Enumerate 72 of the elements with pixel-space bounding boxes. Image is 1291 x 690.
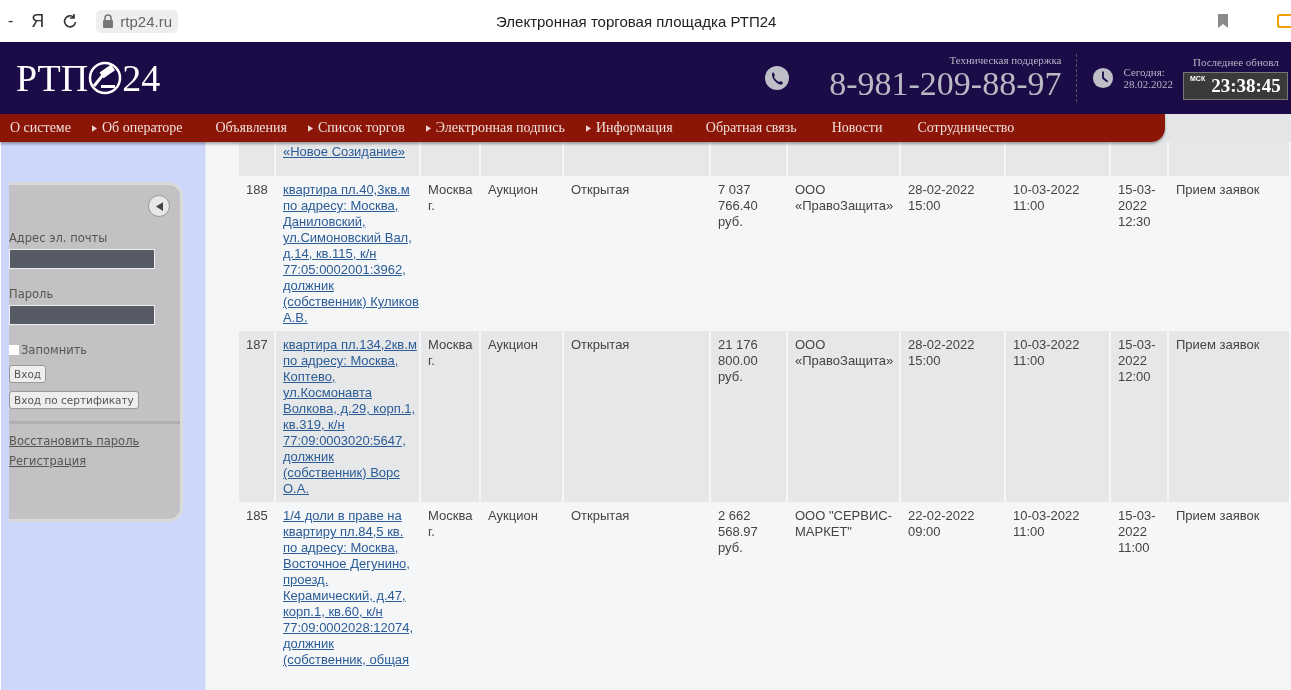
- nav-item[interactable]: Обратная связь: [695, 114, 808, 142]
- login-button[interactable]: Вход: [9, 365, 47, 383]
- lot-link[interactable]: 1/4 доли в праве на квартиру пл.84,5 кв. по адресу: Москва, Восточное Дегунино, проезд. Керамический, д.47, корп.1, кв.60, к/н 77:09:0002028:12074, должник (собственник, общая: [283, 508, 419, 668]
- reload-icon[interactable]: [62, 13, 79, 29]
- address-bar[interactable]: rtp24.ru: [96, 9, 179, 33]
- browser-logo[interactable]: Я: [31, 10, 45, 32]
- nav-item[interactable]: Сотрудничество: [907, 114, 1026, 142]
- table-cell: 187: [246, 337, 268, 352]
- today-label: Сегодня:: [1123, 66, 1166, 78]
- logo-text: РТП: [16, 56, 89, 100]
- clock-icon: [1091, 67, 1114, 89]
- table-cell: 15-03-2022 12:30: [1118, 182, 1156, 229]
- table-cell: ООО «ПравоЗащита»: [795, 182, 894, 213]
- table-cell: ООО "СЕРВИС-МАРКЕТ": [795, 508, 893, 539]
- bookmark-icon[interactable]: [1217, 13, 1229, 29]
- phone-icon: [765, 66, 790, 90]
- table-cell: 10-03-2022 11:00: [1013, 508, 1080, 539]
- table-cell: Открытая: [571, 508, 630, 523]
- email-field[interactable]: [9, 249, 155, 269]
- logo-number: 24: [122, 56, 161, 100]
- table-cell: 10-03-2022 11:00: [1013, 337, 1080, 368]
- back-dash[interactable]: -: [8, 12, 14, 30]
- table-cell: Аукцион: [488, 508, 538, 523]
- table-cell: Москва г.: [428, 508, 473, 539]
- remember-checkbox[interactable]: [9, 345, 19, 355]
- table-cell: Открытая: [571, 337, 630, 352]
- table-cell: ООО «ПравоЗащита»: [795, 337, 894, 368]
- table-cell: Аукцион: [488, 337, 538, 352]
- table-cell: 2 662 568.97 руб.: [718, 508, 758, 555]
- nav-item[interactable]: Информация: [575, 114, 684, 142]
- today-date: 28.02.2022: [1123, 78, 1173, 90]
- nav-item[interactable]: О системе: [0, 114, 82, 142]
- nav-item[interactable]: Электронная подпись: [415, 114, 576, 142]
- table-cell: 7 037 766.40 руб.: [718, 182, 758, 229]
- email-label: Адрес эл. почты: [9, 231, 109, 245]
- table-cell: Прием заявок: [1176, 182, 1260, 197]
- nav-item[interactable]: Новости: [821, 114, 894, 142]
- nav-item[interactable]: Об операторе: [81, 114, 194, 142]
- lot-link[interactable]: квартира пл.134,2кв.м по адресу: Москва, Коптево, ул.Космонавта Волкова, д.29, корп.1, кв.319, к/н 77:09:0003020:5647, должник (собственник) Ворс О.А.: [283, 337, 417, 497]
- collapse-button[interactable]: [148, 195, 170, 217]
- table-cell: Аукцион: [488, 182, 538, 197]
- remember-label: Запомнить: [21, 343, 88, 357]
- certificate-login-button[interactable]: Вход по сертификату: [9, 391, 139, 409]
- password-label: Пароль: [9, 287, 55, 301]
- restore-password-link[interactable]: Восстановить пароль: [9, 434, 180, 448]
- nav-item[interactable]: Список торгов: [298, 114, 416, 142]
- table-cell: Открытая: [571, 182, 630, 197]
- page-title: Электронная торговая площадка РТП24: [496, 12, 778, 30]
- phone-number: 8-981-209-88-97: [829, 66, 1062, 102]
- register-link[interactable]: Регистрация: [9, 454, 180, 468]
- table-cell: 28-02-2022 15:00: [908, 182, 975, 213]
- table-cell: 10-03-2022 11:00: [1013, 182, 1080, 213]
- table-cell: 185: [246, 508, 268, 523]
- collapse-arrow-icon: [155, 201, 163, 211]
- table-cell: 21 176 800.00 руб.: [718, 337, 758, 384]
- password-field[interactable]: [9, 305, 155, 325]
- nav-item[interactable]: Объявления: [205, 114, 298, 142]
- gavel-icon: [88, 61, 123, 95]
- table-cell: 22-02-2022 09:00: [908, 508, 975, 539]
- table-cell: Прием заявок: [1176, 508, 1260, 523]
- table-cell: Москва г.: [428, 337, 473, 368]
- table-cell: 28-02-2022 15:00: [908, 337, 975, 368]
- lot-link[interactable]: «Новое Созидание»: [283, 144, 417, 160]
- table-cell: 15-03-2022 12:00: [1118, 337, 1156, 384]
- table-cell: 188: [246, 182, 268, 197]
- table-cell: Москва г.: [428, 182, 473, 213]
- table-cell: 15-03-2022 11:00: [1118, 508, 1156, 555]
- lock-icon: [102, 14, 115, 28]
- support-label: Техническая поддержка: [949, 54, 1062, 66]
- lot-link[interactable]: квартира пл.40,3кв.м по адресу: Москва, Даниловский, ул.Симоновский Вал, д.14, кв.115, к/н 77:05:0002001:3962, должник (собственник) Куликов А.В.: [283, 182, 419, 326]
- table-cell: Прием заявок: [1176, 337, 1260, 352]
- update-label: Последнее обновл: [1193, 56, 1279, 68]
